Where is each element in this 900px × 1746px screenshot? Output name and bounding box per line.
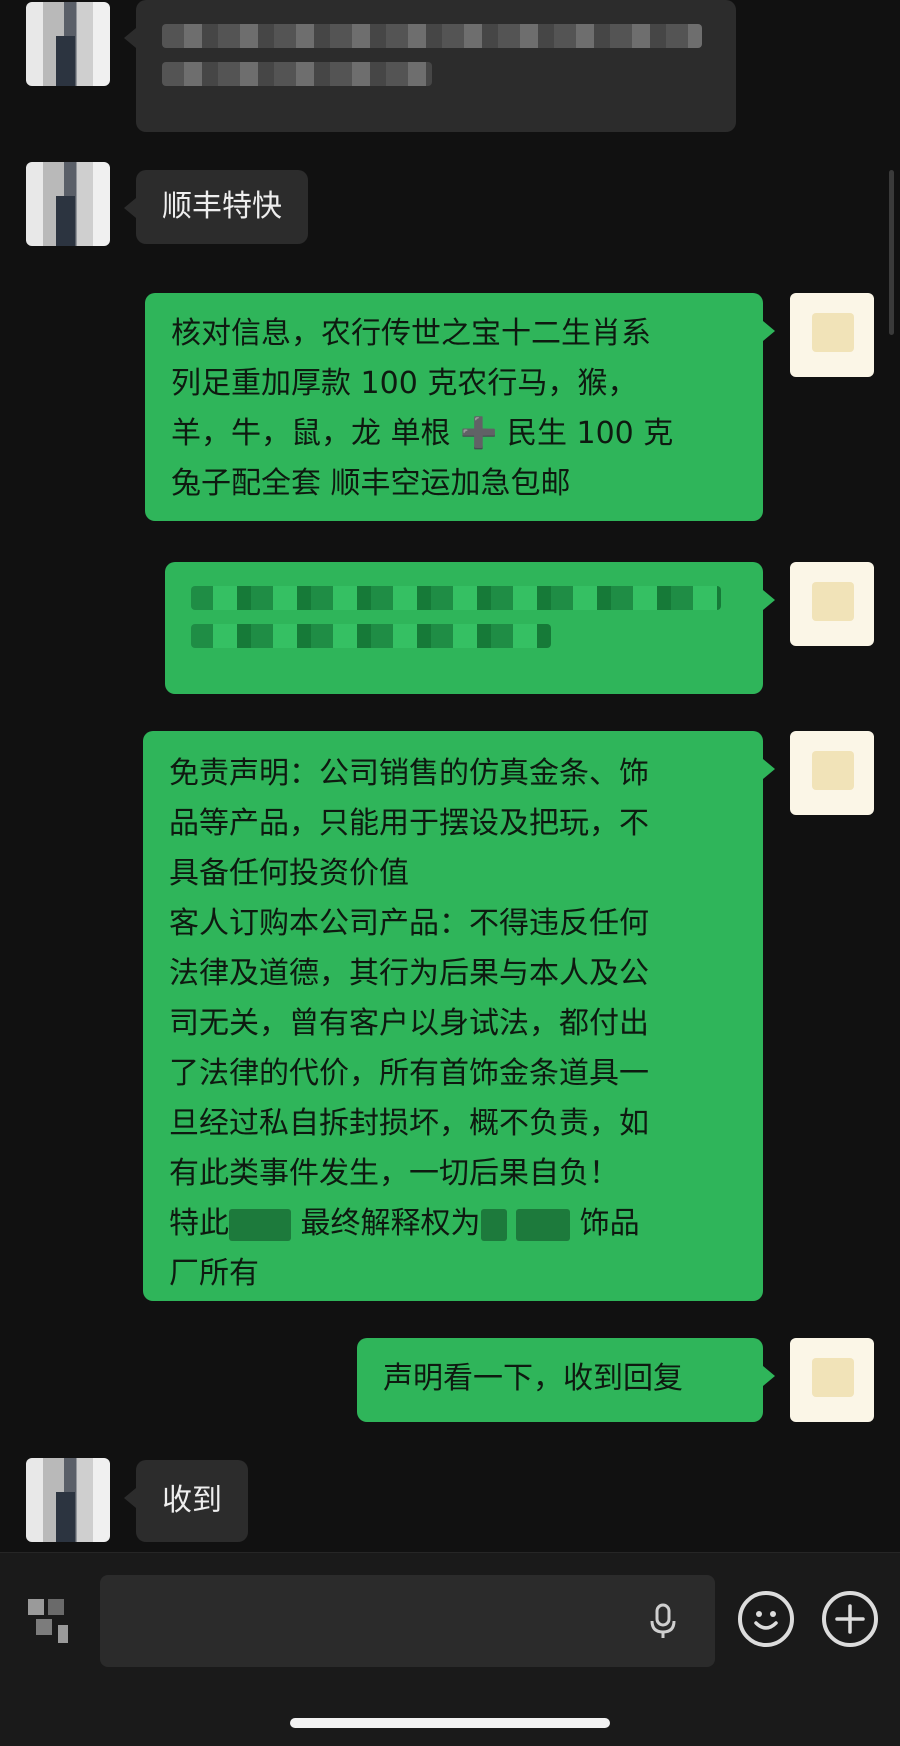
message-line: 羊，牛，鼠，龙 单根 ➕ 民生 100 克 <box>171 416 674 451</box>
blurred-text <box>191 586 721 610</box>
user-avatar[interactable] <box>790 1338 874 1422</box>
voice-toggle-icon[interactable] <box>24 1593 80 1649</box>
message-line: 了法律的代价，所有首饰金条道具一 <box>169 1056 649 1091</box>
message-line: 司无关，曾有客户以身试法，都付出 <box>169 1006 649 1041</box>
microphone-icon[interactable] <box>643 1601 683 1641</box>
message-bubble-outgoing[interactable]: 声明看一下，收到回复 <box>357 1338 775 1422</box>
user-avatar[interactable] <box>790 731 874 815</box>
message-text: 饰品 <box>579 1206 640 1241</box>
contact-avatar[interactable] <box>26 1458 110 1542</box>
user-avatar[interactable] <box>790 293 874 377</box>
chat-input-bar <box>0 1552 900 1746</box>
message-line: 核对信息，农行传世之宝十二生肖系 <box>171 316 651 351</box>
user-avatar[interactable] <box>790 562 874 646</box>
message-text: 声明看一下，收到回复 <box>383 1361 683 1396</box>
message-text: 顺丰特快 <box>162 189 282 224</box>
message-line: 客人订购本公司产品：不得违反任何 <box>169 906 649 941</box>
message-line: 厂所有 <box>169 1256 259 1291</box>
redacted-text <box>480 1208 507 1241</box>
blurred-text <box>162 62 432 86</box>
add-icon <box>835 1604 865 1634</box>
message-line: 旦经过私自拆封损坏，概不负责，如 <box>169 1106 649 1141</box>
blurred-text <box>162 24 702 48</box>
message-text: 特此 <box>169 1206 229 1241</box>
message-text: 收到 <box>162 1483 222 1518</box>
contact-avatar[interactable] <box>26 162 110 246</box>
message-line: 列足重加厚款 100 克农行马，猴， <box>171 366 638 401</box>
message-input[interactable] <box>100 1575 715 1667</box>
message-bubble-incoming[interactable]: 收到 <box>124 1460 248 1542</box>
message-line: 具备任何投资价值 <box>169 856 409 891</box>
message-line: 法律及道德，其行为后果与本人及公 <box>169 956 649 991</box>
chat-scrollbar[interactable] <box>889 170 894 335</box>
message-bubble-disclaimer[interactable]: 免责声明：公司销售的仿真金条、饰 品等产品，只能用于摆设及把玩，不 具备任何投资… <box>143 731 775 1301</box>
redacted-text <box>516 1208 571 1241</box>
contact-avatar[interactable] <box>26 2 110 86</box>
message-line: 免责声明：公司销售的仿真金条、饰 <box>169 756 649 791</box>
message-bubble-blurred[interactable] <box>124 0 736 132</box>
plus-icon[interactable] <box>822 1591 878 1647</box>
message-text: 最终解释权为 <box>300 1206 481 1241</box>
redacted-text <box>229 1208 291 1241</box>
message-line: 兔子配全套 顺丰空运加急包邮 <box>171 466 571 501</box>
message-bubble-incoming[interactable]: 顺丰特快 <box>124 170 308 244</box>
message-bubble-blurred[interactable] <box>165 562 775 694</box>
message-line-redacted: 特此 最终解释权为 饰品 <box>169 1199 737 1249</box>
message-line: 品等产品，只能用于摆设及把玩，不 <box>169 806 649 841</box>
chat-area: 顺丰特快 核对信息，农行传世之宝十二生肖系 列足重加厚款 100 克农行马，猴，… <box>0 0 900 1552</box>
message-line: 有此类事件发生，一切后果自负！ <box>169 1156 619 1191</box>
emoji-icon[interactable] <box>738 1591 794 1647</box>
message-bubble-outgoing[interactable]: 核对信息，农行传世之宝十二生肖系 列足重加厚款 100 克农行马，猴， 羊，牛，… <box>145 293 775 521</box>
blurred-text <box>191 624 551 648</box>
home-indicator[interactable] <box>290 1718 610 1728</box>
smile-face-icon <box>754 1611 778 1630</box>
